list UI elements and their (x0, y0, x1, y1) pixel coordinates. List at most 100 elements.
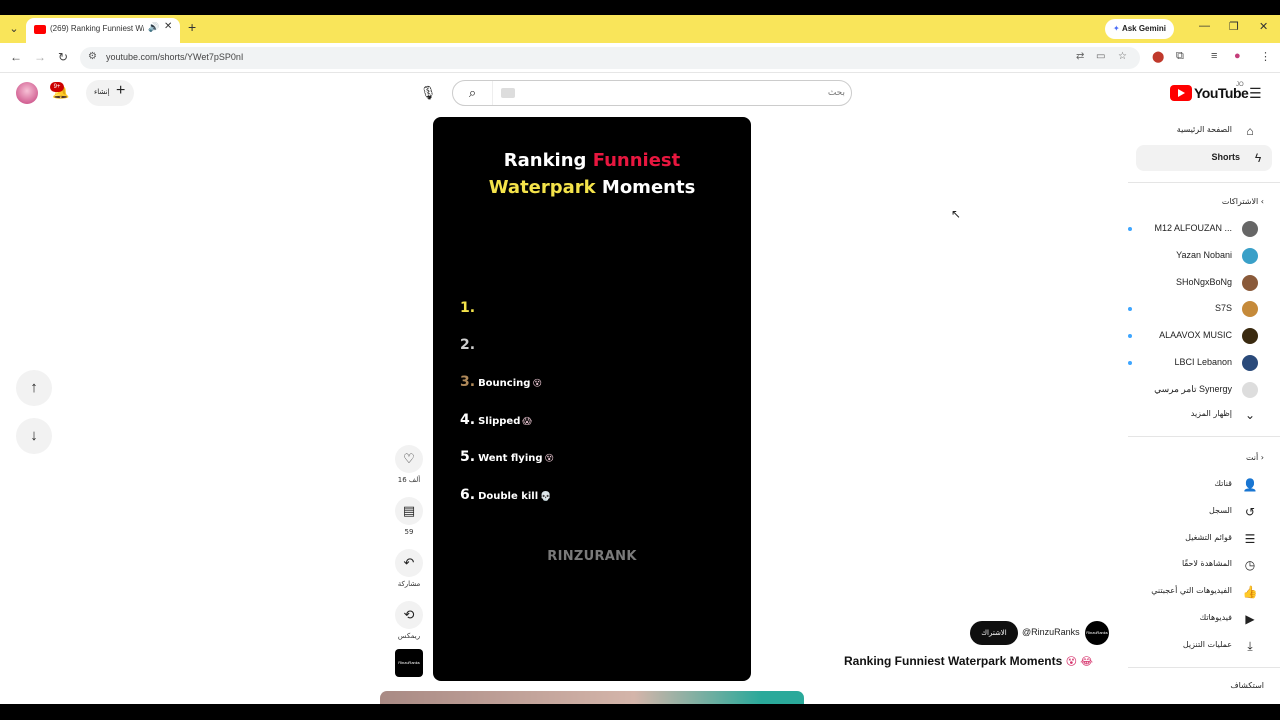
search-icon[interactable]: ⌕ (453, 81, 493, 105)
search-input[interactable] (523, 84, 845, 102)
profile-icon[interactable]: ● (1234, 50, 1241, 62)
ask-gemini-button[interactable]: ✦ Ask Gemini (1105, 19, 1174, 39)
back-arrow-icon[interactable]: ← (10, 50, 22, 64)
browser-tab-active[interactable]: (269) Ranking Funniest Wa 🔊 ✕ (26, 18, 180, 43)
create-button[interactable]: + إنشاء (86, 80, 134, 106)
media-controls-icon[interactable]: ≡ (1211, 50, 1217, 62)
tab-close-icon[interactable]: ✕ (164, 21, 172, 32)
channel-avatar (1242, 301, 1258, 318)
next-short-preview[interactable] (380, 691, 804, 704)
channel-avatar (1242, 381, 1258, 398)
sidebar-shorts-label: Shorts (1211, 152, 1240, 162)
sound-channel-thumbnail[interactable]: RinzuRanks (395, 649, 423, 677)
watermark: RINZURANK (547, 549, 637, 564)
like-action: ♡ 16 ألف (395, 445, 423, 484)
bookmark-star-icon[interactable]: ☆ (1118, 51, 1127, 62)
new-content-dot (1128, 227, 1132, 231)
chevron-down-icon: ⌄ (1244, 408, 1256, 422)
sidebar-you-item[interactable]: ◷ المشاهدة لاحقًا (1124, 552, 1264, 578)
title-yellow-word: Waterpark (488, 177, 596, 198)
comment-icon[interactable]: ▤ (395, 497, 423, 525)
channel-handle[interactable]: @RinzuRanks (1022, 627, 1080, 637)
sidebar-you-icon: ⤓ (1247, 638, 1253, 653)
rank-emoji: 😱 (522, 417, 532, 427)
tab-audio-icon[interactable]: 🔊 (148, 22, 159, 33)
rank-row: 3. Bouncing 😵 (460, 371, 542, 391)
sidebar-subscription-item[interactable]: S7S (1124, 296, 1264, 322)
sidebar-you-icon: ☰ (1244, 531, 1256, 546)
url-text[interactable]: youtube.com/shorts/YWet7pSP0nI (106, 52, 243, 62)
site-info-icon[interactable]: ⚙ (88, 51, 97, 62)
sidebar-subscription-item[interactable]: ALAAVOX MUSIC (1124, 323, 1264, 349)
restore-icon[interactable]: ❐ (1229, 20, 1239, 33)
search-box[interactable]: ⌕ (452, 80, 852, 106)
new-tab-plus-icon[interactable]: + (188, 19, 196, 35)
sidebar-you-icon: ↺ (1244, 504, 1256, 519)
like-heart-icon[interactable]: ♡ (395, 445, 423, 473)
browser-tabstrip: ⌄ (269) Ranking Funniest Wa 🔊 ✕ + ✦ Ask … (0, 0, 1280, 43)
sidebar-you-item[interactable]: 👍 الفيديوهات التي أعجبتني (1124, 579, 1264, 605)
sidebar-you-label: الفيديوهات التي أعجبتني (1151, 586, 1232, 596)
sidebar-item-home[interactable]: ⌂ الصفحة الرئيسية (1124, 118, 1264, 144)
sidebar-you-item[interactable]: ☰ قوائم التشغيل (1124, 526, 1264, 552)
sidebar-you-label: قوائم التشغيل (1185, 532, 1232, 542)
subscriptions-header[interactable]: الاشتراكات ‹ (1222, 197, 1264, 206)
remix-icon[interactable]: ⟲ (395, 601, 423, 629)
sidebar-you-item[interactable]: ▶ فيديوهاتك (1124, 606, 1264, 632)
sidebar-you-label: عمليات التنزيل (1182, 639, 1232, 649)
previous-short-up-arrow-icon[interactable]: ↑ (16, 370, 52, 406)
sidebar-subscription-item[interactable]: LBCI Lebanon (1124, 350, 1264, 376)
subscription-name: M12 ALFOUZAN ... (1154, 223, 1232, 233)
voice-search-mic-icon[interactable]: 🎙 (414, 79, 442, 107)
sidebar-you-label: فيديوهاتك (1199, 613, 1232, 622)
rank-emoji: 💀 (540, 492, 552, 502)
extension-icon[interactable]: ⬤ (1152, 50, 1164, 63)
sidebar-subscription-item[interactable]: تامر مرسي Synergy (1124, 377, 1264, 403)
extensions-puzzle-icon[interactable]: ⧉ (1176, 50, 1184, 63)
plus-icon: + (116, 82, 126, 99)
tab-search-chevron-icon[interactable]: ⌄ (6, 21, 22, 37)
short-overlay-title: Ranking Funniest Waterpark Moments (433, 147, 751, 201)
cast-icon[interactable]: ▭ (1096, 51, 1105, 62)
channel-avatar (1242, 221, 1258, 237)
rank-row: 5. Went flying 😵 (460, 446, 554, 466)
next-short-down-arrow-icon[interactable]: ↓ (16, 418, 52, 454)
minimize-icon[interactable]: — (1199, 20, 1210, 32)
gemini-label: Ask Gemini (1121, 24, 1166, 33)
sidebar-subscription-item[interactable]: Yazan Nobani (1124, 243, 1264, 269)
video-title[interactable]: Ranking Funniest Waterpark Moments 😵 😂 (844, 654, 1093, 668)
hamburger-menu-icon[interactable]: ☰ (1249, 85, 1262, 102)
reload-icon[interactable]: ↻ (58, 50, 68, 64)
channel-avatar[interactable]: RinzuRanks (1085, 621, 1109, 645)
sidebar-you-icon: ◷ (1244, 558, 1256, 573)
sidebar-divider (1128, 182, 1280, 183)
address-bar[interactable]: ⚙ youtube.com/shorts/YWet7pSP0nI ⇄ ▭ ☆ (80, 47, 1140, 69)
browser-menu-icon[interactable]: ⋮ (1260, 50, 1271, 63)
rank-number: 6. (460, 487, 476, 503)
notification-badge: 9+ (50, 82, 64, 92)
rank-number: 5. (460, 449, 476, 465)
forward-arrow-icon[interactable]: → (34, 50, 46, 64)
short-video-player[interactable]: Ranking Funniest Waterpark Moments 1. 2. 3… (433, 117, 751, 681)
sidebar-subscription-item[interactable]: SHoNgxBoNg (1124, 270, 1264, 296)
sidebar-you-item[interactable]: ↺ السجل (1124, 499, 1264, 525)
account-avatar[interactable] (16, 82, 38, 104)
explore-header: استكشاف (1230, 681, 1264, 690)
sidebar-you-icon: 👤 (1242, 478, 1258, 492)
sidebar-show-more[interactable]: ⌄ إظهار المزيد (1124, 402, 1264, 428)
sidebar-you-item[interactable]: ⤓ عمليات التنزيل (1124, 633, 1264, 659)
you-header[interactable]: أنت › (1246, 453, 1264, 462)
keyboard-icon[interactable] (501, 88, 515, 98)
sidebar-item-shorts[interactable]: ϟ Shorts (1136, 145, 1272, 171)
share-arrow-icon[interactable]: ↶ (395, 549, 423, 577)
rank-number: 4. (460, 412, 476, 428)
translate-icon[interactable]: ⇄ (1076, 51, 1084, 62)
sidebar-subscription-item[interactable]: M12 ALFOUZAN ... (1124, 216, 1264, 242)
channel-avatar (1242, 274, 1258, 291)
sidebar-you-label: السجل (1208, 505, 1232, 515)
sidebar-you-item[interactable]: 👤 قناتك (1124, 472, 1264, 498)
rank-text: Bouncing (478, 378, 531, 389)
channel-avatar (1242, 328, 1258, 345)
subscribe-button[interactable]: الاشتراك (970, 621, 1018, 645)
window-close-icon[interactable]: ✕ (1259, 20, 1268, 33)
